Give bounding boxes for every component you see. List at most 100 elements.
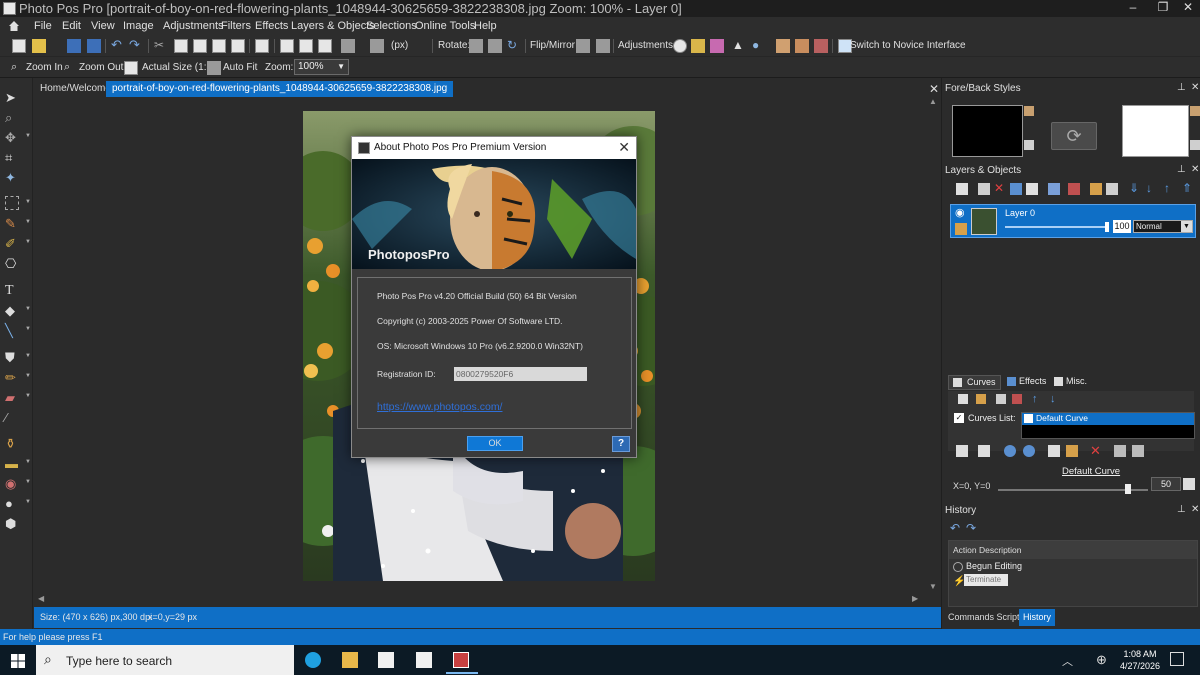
color-balance-icon[interactable] [710,39,724,53]
menu-filters[interactable]: Filters [221,20,251,32]
tab-close-button[interactable]: ✕ [929,82,939,96]
rotate-right-icon[interactable] [488,39,502,53]
menu-edit[interactable]: Edit [62,20,81,32]
pin-icon[interactable]: ⊥ [1177,82,1186,93]
website-link[interactable]: https://www.photopos.com/ [377,401,502,413]
curve-apply-icon[interactable] [1023,445,1035,457]
curve-copy-icon[interactable] [1048,445,1060,457]
layer-properties-icon[interactable] [1026,183,1038,195]
scroll-down-icon[interactable]: ▼ [929,582,937,591]
curve-reset-icon[interactable] [1004,445,1016,457]
foreground-swatch[interactable] [952,105,1023,157]
rotate-left-icon[interactable] [469,39,483,53]
rect-select-tool[interactable]: ▼ [5,196,31,210]
taskbar-clock[interactable]: 1:08 AM 4/27/2026 [1112,648,1168,672]
eraser-tool[interactable]: ▰ ▼ [5,390,31,405]
fill-tool[interactable]: ⛊ ▼ [5,350,31,365]
delete-layer-icon[interactable]: ✕ [994,182,1006,195]
zoom-out-button[interactable]: Zoom Out [79,62,123,73]
save-curve-icon[interactable] [958,394,968,404]
paste-icon[interactable] [212,39,226,53]
vertical-scrollbar[interactable]: ▲ ▼ [927,97,940,607]
minimize-button[interactable]: – [1120,0,1146,17]
curve-value-field[interactable]: 50 [1151,477,1181,491]
history-list[interactable]: Action Description Begun Editing ⚡ Termi… [948,540,1198,607]
scroll-right-icon[interactable]: ▶ [912,594,918,603]
undo-icon[interactable]: ↶ [111,38,125,53]
chevron-up-icon[interactable]: ︿ [1062,653,1073,669]
move-layer-bottom-icon[interactable]: ⇓ [1129,182,1141,195]
photo-pos-pro-taskbar-icon[interactable] [453,652,469,668]
paste-new-icon[interactable] [231,39,245,53]
opacity-slider-thumb[interactable] [1105,222,1109,232]
measure-icon[interactable] [370,39,384,53]
crop-tool[interactable]: ⌗ [5,150,19,165]
globe-icon[interactable]: ⊕ [1096,652,1107,668]
menu-effects[interactable]: Effects [255,20,288,32]
group-layer-icon[interactable] [1090,183,1102,195]
curve-lines-icon[interactable] [978,445,990,457]
magic-wand-tool[interactable]: ✦ [5,170,19,185]
move-layer-up-icon[interactable]: ↑ [1164,182,1176,195]
curve-paste-icon[interactable] [1066,445,1078,457]
layer-opacity-field[interactable]: 100 [1113,220,1131,233]
curve-checkbox[interactable] [1024,414,1033,423]
flip-horizontal-icon[interactable] [576,39,590,53]
close-icon[interactable]: ✕ [1191,82,1199,93]
blur-tool[interactable]: ⬢ [5,516,19,531]
curve-up-icon[interactable]: ↑ [1032,393,1038,405]
menu-view[interactable]: View [91,20,115,32]
history-item-terminate[interactable]: Terminate [964,574,1008,586]
brush-select-tool[interactable]: ✐ ▼ [5,236,31,251]
menu-file[interactable]: File [34,20,52,32]
tab-home-welcome[interactable]: Home/Welcome [36,81,115,97]
fg-gradient-icon[interactable] [1024,140,1034,150]
new-layer-icon[interactable] [956,183,968,195]
menu-adjustments[interactable]: Adjustments [163,20,224,32]
open-folder-icon[interactable] [32,39,46,53]
save-icon[interactable] [67,39,81,53]
windows-start-icon[interactable] [10,653,26,669]
file-explorer-icon[interactable] [342,652,358,668]
curves-list[interactable]: Default Curve [1021,412,1195,439]
path-tool[interactable]: ⎔ [5,256,19,271]
horizontal-scrollbar[interactable]: ◀ ▶ [34,594,927,607]
open-curve-icon[interactable] [976,394,986,404]
redo-icon[interactable]: ↷ [966,521,976,535]
blur-drop-icon[interactable]: ● [752,39,766,53]
close-icon[interactable]: ✕ [618,139,630,156]
pin-icon[interactable]: ⊥ [1177,164,1186,175]
bg-style-icon[interactable] [1190,106,1200,116]
edge-icon[interactable] [305,652,321,668]
layer-effects-icon[interactable] [1048,183,1060,195]
pin-icon[interactable]: ⊥ [1177,504,1186,515]
image-size-icon[interactable] [255,39,269,53]
shape-tool[interactable]: ◆ ▼ [5,303,31,318]
select-mode-icon[interactable] [341,39,355,53]
notification-icon[interactable] [1170,652,1184,666]
levels-icon[interactable] [691,39,705,53]
zoom-out-icon[interactable]: ⌕ [64,61,78,75]
contrast-icon[interactable] [673,39,687,53]
delete-curve-icon[interactable] [1012,394,1022,404]
tab-misc[interactable]: Misc. [1052,375,1091,390]
link-layer-icon[interactable] [1106,183,1118,195]
close-icon[interactable]: ✕ [1191,164,1199,175]
swap-colors-icon[interactable]: ⟳ [1051,122,1097,150]
actual-size-button[interactable]: Actual Size (1:1) [142,62,215,73]
new-file-icon[interactable] [12,39,26,53]
rotate-free-icon[interactable]: ↻ [507,39,521,53]
about-dialog-titlebar[interactable]: About Photo Pos Pro Premium Version ✕ [352,137,636,159]
scroll-up-icon[interactable]: ▲ [929,97,937,106]
zoom-tool[interactable]: ⌕ [5,110,19,125]
switch-novice-button[interactable]: Switch to Novice Interface [850,40,966,51]
tab-document[interactable]: portrait-of-boy-on-red-flowering-plants_… [106,81,454,97]
window-close-button[interactable]: ✕ [1175,0,1200,17]
redo-icon[interactable]: ↷ [129,38,143,53]
tab-curves[interactable]: Curves [948,375,1001,390]
auto-fit-button[interactable]: Auto Fit [223,62,257,73]
guides-icon[interactable] [318,39,332,53]
curve-pointer-icon[interactable] [956,445,968,457]
picker-icon[interactable] [1183,478,1195,490]
red-eye-tool[interactable]: ◉ ▼ [5,476,31,491]
